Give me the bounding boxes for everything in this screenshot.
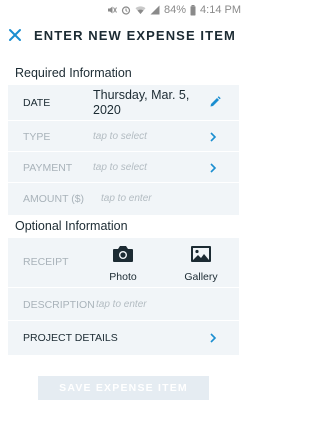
receipt-row: RECEIPT Photo Gallery (8, 238, 239, 288)
image-icon (191, 246, 211, 262)
chevron-right-icon (210, 333, 217, 343)
date-label: DATE (23, 97, 51, 109)
chevron-right-icon (210, 132, 217, 142)
project-details-row[interactable]: PROJECT DETAILS (8, 321, 239, 355)
clock-time: 4:14 PM (200, 4, 241, 16)
app-bar: ENTER NEW EXPENSE ITEM (0, 20, 247, 52)
wifi-icon (135, 5, 146, 15)
project-details-label: PROJECT DETAILS (23, 332, 118, 344)
mute-icon (107, 5, 117, 15)
alarm-icon (121, 5, 131, 15)
signal-icon (150, 5, 160, 15)
save-expense-button[interactable]: SAVE EXPENSE ITEM (38, 376, 209, 400)
amount-label: AMOUNT ($) (23, 193, 85, 205)
camera-icon (113, 246, 133, 262)
date-value[interactable]: Thursday, Mar. 5, 2020 (93, 88, 205, 118)
payment-select[interactable]: tap to select (93, 162, 147, 173)
status-bar: 84% 4:14 PM (0, 0, 247, 20)
description-input[interactable]: tap to enter (96, 299, 147, 310)
type-label: TYPE (23, 131, 51, 143)
status-icons: 84% 4:14 PM (107, 3, 241, 17)
optional-section-heading: Optional Information (15, 219, 128, 233)
description-label: DESCRIPTION (23, 299, 95, 311)
required-fields-group: DATE Thursday, Mar. 5, 2020 TYPE tap to … (8, 85, 239, 215)
photo-label: Photo (109, 271, 137, 283)
optional-fields-group: RECEIPT Photo Gallery DESCRIPTION tap to… (8, 238, 239, 355)
date-row[interactable]: DATE Thursday, Mar. 5, 2020 (8, 85, 239, 121)
amount-row[interactable]: AMOUNT ($) tap to enter (8, 183, 239, 215)
description-row[interactable]: DESCRIPTION tap to enter (8, 288, 239, 321)
payment-label: PAYMENT (23, 162, 73, 174)
photo-button[interactable]: Photo (98, 245, 148, 283)
battery-percent: 84% (164, 4, 187, 16)
battery-icon (190, 4, 196, 16)
pencil-icon (210, 96, 221, 107)
page-title: ENTER NEW EXPENSE ITEM (34, 28, 236, 43)
type-row[interactable]: TYPE tap to select (8, 121, 239, 152)
receipt-label: RECEIPT (23, 256, 69, 268)
close-icon (9, 29, 21, 41)
amount-input[interactable]: tap to enter (101, 193, 152, 204)
payment-row[interactable]: PAYMENT tap to select (8, 152, 239, 183)
chevron-right-icon (210, 163, 217, 173)
required-section-heading: Required Information (15, 66, 132, 80)
gallery-button[interactable]: Gallery (176, 245, 226, 283)
gallery-label: Gallery (184, 271, 218, 283)
edit-date-button[interactable] (209, 95, 221, 113)
close-button[interactable] (6, 26, 24, 44)
type-select[interactable]: tap to select (93, 131, 147, 142)
